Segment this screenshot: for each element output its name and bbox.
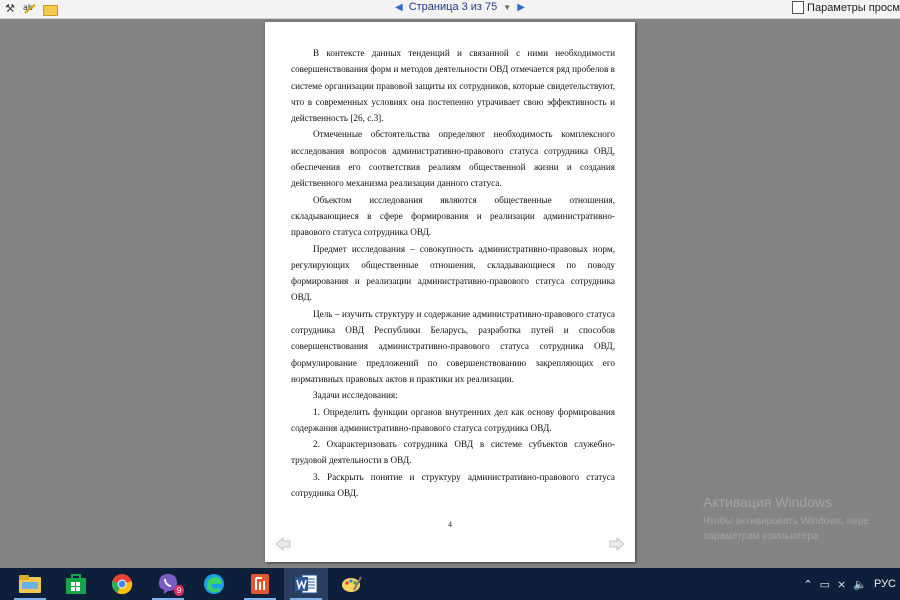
page-number: 4 xyxy=(448,520,452,529)
chrome-icon xyxy=(111,574,133,595)
view-options-label: Параметры просм xyxy=(807,1,900,14)
notification-badge: 9 xyxy=(174,585,184,596)
taskbar-edge[interactable] xyxy=(192,568,236,600)
taskbar: 9 ⌃ ▭ ⨯ 🔈 РУС xyxy=(0,568,900,600)
pdf-reader-icon xyxy=(251,574,269,594)
view-options-icon xyxy=(792,1,805,14)
paragraph: 3. Раскрыть понятие и структуру админист… xyxy=(291,471,615,499)
chevron-down-icon[interactable]: ▼ xyxy=(503,3,511,12)
taskbar-word[interactable] xyxy=(284,568,328,600)
edge-icon xyxy=(204,574,224,594)
taskbar-file-explorer[interactable] xyxy=(8,568,52,600)
page-navigator: ◀ Страница 3 из 75 ▼ ▶ xyxy=(395,1,525,13)
taskbar-paint[interactable] xyxy=(330,568,374,600)
chevron-up-icon[interactable]: ⌃ xyxy=(803,578,812,591)
system-tray: ⌃ ▭ ⨯ 🔈 РУС xyxy=(803,568,896,600)
paragraph: Отмеченные обстоятельства определяют нео… xyxy=(291,129,615,189)
language-indicator[interactable]: РУС xyxy=(874,578,896,590)
previous-page-button[interactable]: ◀ xyxy=(395,2,403,13)
next-screen-arrow-icon[interactable] xyxy=(609,537,625,551)
document-page: В контексте данных тенденций и связанной… xyxy=(265,22,635,562)
taskbar-viber[interactable]: 9 xyxy=(146,568,190,600)
word-icon xyxy=(295,574,318,594)
paragraph: Задачи исследования: xyxy=(313,390,398,401)
taskbar-pdf-reader[interactable] xyxy=(238,568,282,600)
toolbar-left-icons: ⚒ ab xyxy=(2,1,58,16)
activation-title: Активация Windows xyxy=(703,494,833,510)
taskbar-apps: 9 xyxy=(8,568,376,600)
windows-activation-watermark: Активация Windows Чтобы активировать Win… xyxy=(703,494,869,544)
paint-icon xyxy=(342,576,362,592)
page-text: В контексте данных тенденций и связанной… xyxy=(291,45,615,501)
paragraph: В контексте данных тенденций и связанной… xyxy=(291,48,615,124)
page-indicator[interactable]: Страница 3 из 75 xyxy=(409,1,498,13)
activation-line: параметрам компьютера xyxy=(703,531,819,542)
folder-icon[interactable] xyxy=(42,1,58,16)
paragraph: 2. Охарактеризовать сотрудника ОВД в сис… xyxy=(291,439,615,466)
next-page-button[interactable]: ▶ xyxy=(517,2,525,13)
reading-toolbar: ⚒ ab ◀ Страница 3 из 75 ▼ ▶ Параметры пр… xyxy=(0,0,900,19)
paragraph: 1. Определить функции органов внутренних… xyxy=(291,406,615,433)
taskbar-chrome[interactable] xyxy=(100,568,144,600)
tools-icon[interactable]: ⚒ xyxy=(2,1,18,16)
activation-line: Чтобы активировать Windows, пере xyxy=(703,516,869,527)
paragraph: Предмет исследования – совокупность адми… xyxy=(291,243,615,303)
taskbar-store[interactable] xyxy=(54,568,98,600)
store-icon xyxy=(66,574,86,594)
paragraph: Объектом исследования являются обществен… xyxy=(291,194,615,238)
network-error-icon[interactable]: ⨯ xyxy=(837,578,846,591)
file-explorer-icon xyxy=(19,575,41,593)
battery-icon[interactable]: ▭ xyxy=(820,578,830,591)
spellcheck-icon[interactable]: ab xyxy=(22,1,38,16)
volume-icon[interactable]: 🔈 xyxy=(853,578,867,591)
previous-screen-arrow-icon[interactable] xyxy=(275,537,291,551)
paragraph: Цель – изучить структуру и содержание ад… xyxy=(291,308,615,384)
view-options-button[interactable]: Параметры просм xyxy=(792,1,900,14)
